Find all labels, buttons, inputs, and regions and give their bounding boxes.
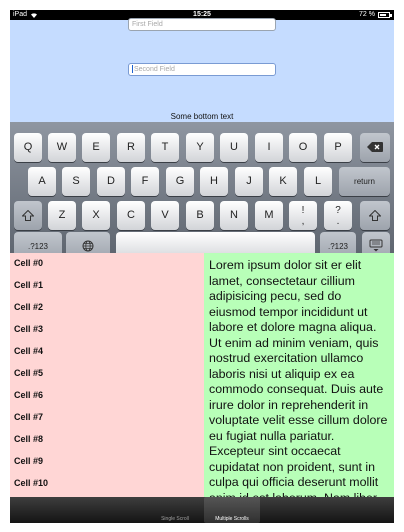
bottom-text: Some bottom text [170, 112, 234, 121]
key-r[interactable]: R [117, 133, 145, 162]
text-caret [132, 65, 133, 74]
key-c[interactable]: C [117, 201, 145, 230]
backspace-icon [367, 142, 383, 153]
tab-bar: Single Scroll Multiple Scrolls [10, 497, 394, 523]
list-item[interactable]: Cell #3 [14, 324, 43, 334]
comma-label: , [301, 216, 305, 227]
key-x[interactable]: X [82, 201, 110, 230]
list-item[interactable]: Cell #8 [14, 434, 43, 444]
key-k[interactable]: K [269, 167, 297, 196]
keyboard-hide-icon [369, 239, 383, 252]
list-item[interactable]: Cell #5 [14, 368, 43, 378]
exclaim-label: ! [301, 205, 305, 216]
key-question-period[interactable]: ?. [324, 201, 352, 230]
tab-multiple-scrolls[interactable]: Multiple Scrolls [204, 497, 260, 523]
device-screen: iPad 15:25 72 % First Field Second Field… [10, 10, 394, 523]
second-field-placeholder: Second Field [134, 66, 175, 73]
list-item[interactable]: Cell #10 [14, 478, 48, 488]
list-item[interactable]: Cell #4 [14, 346, 43, 356]
tab-single-scroll[interactable]: Single Scroll [150, 497, 200, 523]
key-z[interactable]: Z [48, 201, 76, 230]
key-p[interactable]: P [324, 133, 352, 162]
key-a[interactable]: A [28, 167, 56, 196]
key-b[interactable]: B [186, 201, 214, 230]
first-field[interactable]: First Field [128, 18, 276, 31]
key-f[interactable]: F [131, 167, 159, 196]
text-scroll-view[interactable]: Lorem ipsum dolor sit er elit lamet, con… [204, 253, 394, 497]
key-i[interactable]: I [255, 133, 283, 162]
key-y[interactable]: Y [186, 133, 214, 162]
key-s[interactable]: S [62, 167, 90, 196]
key-j[interactable]: J [235, 167, 263, 196]
key-m[interactable]: M [255, 201, 283, 230]
shift-icon [21, 209, 35, 221]
key-h[interactable]: H [200, 167, 228, 196]
key-e[interactable]: E [82, 133, 110, 162]
delete-key[interactable] [360, 133, 390, 162]
list-item[interactable]: Cell #9 [14, 456, 43, 466]
list-item[interactable]: Cell #0 [14, 258, 43, 268]
form-area: First Field Second Field Some bottom tex… [10, 18, 394, 132]
second-field[interactable]: Second Field [128, 63, 276, 76]
key-n[interactable]: N [220, 201, 248, 230]
list-item[interactable]: Cell #6 [14, 390, 43, 400]
key-q[interactable]: Q [14, 133, 42, 162]
key-l[interactable]: L [304, 167, 332, 196]
cell-list-scroll[interactable]: Cell #0 Cell #1 Cell #2 Cell #3 Cell #4 … [10, 253, 204, 497]
lorem-text: Lorem ipsum dolor sit er elit lamet, con… [209, 258, 388, 497]
key-u[interactable]: U [220, 133, 248, 162]
key-d[interactable]: D [97, 167, 125, 196]
globe-icon [82, 240, 94, 252]
key-g[interactable]: G [166, 167, 194, 196]
shift-icon [368, 209, 382, 221]
key-t[interactable]: T [151, 133, 179, 162]
battery-icon [378, 12, 392, 18]
left-shift-key[interactable] [14, 201, 42, 230]
battery-percent: 72 % [359, 11, 375, 18]
list-item[interactable]: Cell #7 [14, 412, 43, 422]
list-item[interactable]: Cell #1 [14, 280, 43, 290]
question-label: ? [335, 205, 341, 216]
key-exclaim-comma[interactable]: !, [289, 201, 317, 230]
right-shift-key[interactable] [360, 201, 390, 230]
key-o[interactable]: O [289, 133, 317, 162]
return-key[interactable]: return [339, 167, 390, 196]
list-item[interactable]: Cell #2 [14, 302, 43, 312]
key-v[interactable]: V [151, 201, 179, 230]
key-w[interactable]: W [48, 133, 76, 162]
on-screen-keyboard: Q W E R T Y U I O P A S D F G H J K L re… [10, 122, 394, 261]
period-label: . [336, 216, 340, 227]
